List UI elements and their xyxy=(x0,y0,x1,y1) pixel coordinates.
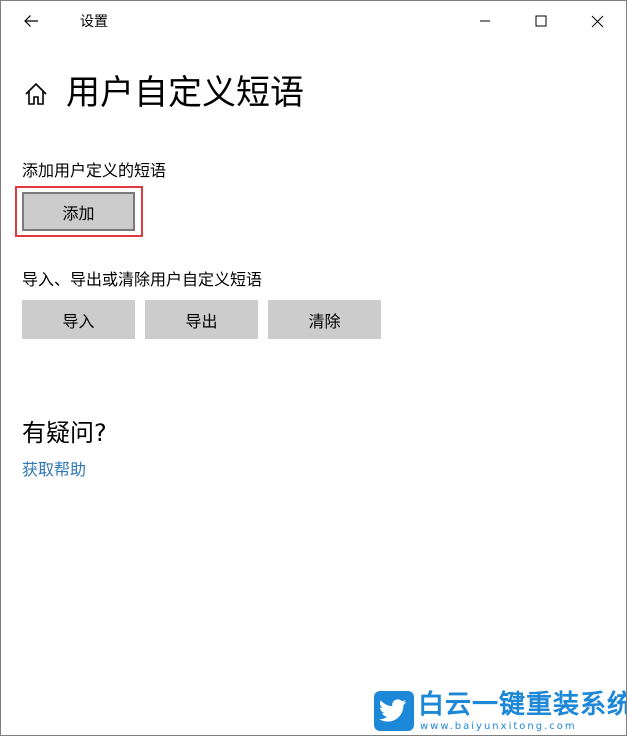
watermark-logo xyxy=(374,691,414,731)
settings-window: 设置 用户自定义短语 添加用户定义的短语 添加 导入、导出或清除用户自定义短语 … xyxy=(0,0,627,736)
add-section-label: 添加用户定义的短语 xyxy=(22,161,167,180)
title-bar: 设置 xyxy=(1,1,626,41)
add-button[interactable]: 添加 xyxy=(22,192,135,231)
maximize-button[interactable] xyxy=(518,3,564,39)
arrow-left-icon xyxy=(24,15,38,27)
watermark-title: 白云一键重装系统 xyxy=(418,690,627,720)
watermark: 白云一键重装系统 www.baiyunxitong.com xyxy=(374,689,627,735)
page-title: 用户自定义短语 xyxy=(66,73,304,113)
watermark-url: www.baiyunxitong.com xyxy=(420,721,577,732)
minimize-icon xyxy=(480,20,490,22)
window-title: 设置 xyxy=(80,14,108,30)
manage-section-label: 导入、导出或清除用户自定义短语 xyxy=(22,270,263,289)
get-help-link[interactable]: 获取帮助 xyxy=(22,459,86,481)
import-button[interactable]: 导入 xyxy=(22,300,135,339)
clear-button[interactable]: 清除 xyxy=(268,300,381,339)
maximize-icon xyxy=(535,15,547,27)
help-heading: 有疑问? xyxy=(22,419,107,447)
minimize-button[interactable] xyxy=(462,3,508,39)
home-icon[interactable] xyxy=(23,81,49,107)
back-button[interactable] xyxy=(13,5,49,37)
close-icon xyxy=(591,15,603,27)
twitter-bird-icon xyxy=(379,699,407,722)
close-button[interactable] xyxy=(574,3,620,39)
export-button[interactable]: 导出 xyxy=(145,300,258,339)
